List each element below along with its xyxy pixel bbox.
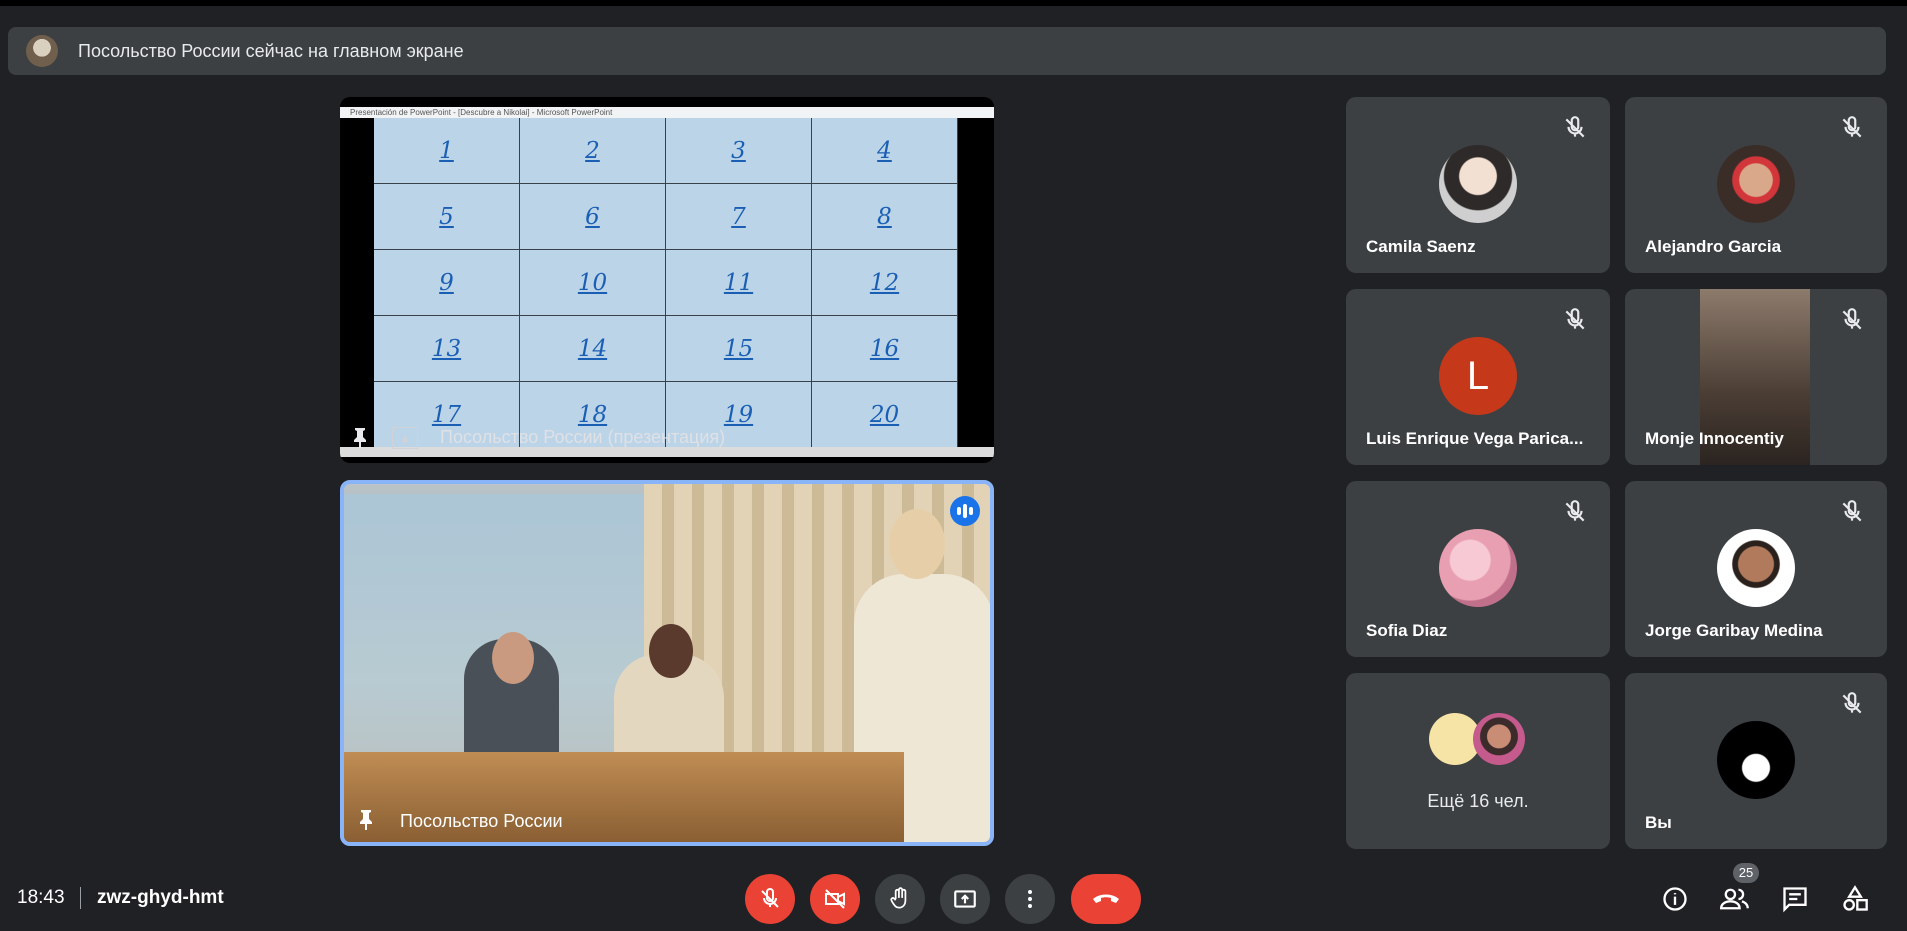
camera-toggle-button[interactable] bbox=[810, 874, 860, 924]
more-options-button[interactable] bbox=[1005, 874, 1055, 924]
more-participants-tile[interactable]: Ещё 16 чел. bbox=[1346, 673, 1610, 849]
mic-off-icon bbox=[1842, 692, 1862, 714]
people-button[interactable] bbox=[1716, 880, 1754, 918]
self-tile[interactable]: Вы bbox=[1625, 673, 1887, 849]
divider bbox=[80, 887, 81, 909]
pin-icon[interactable] bbox=[352, 427, 368, 449]
participant-name: Вы bbox=[1645, 813, 1672, 832]
end-call-icon bbox=[1093, 894, 1119, 903]
slide-cell: 16 bbox=[812, 316, 958, 382]
participant-name: Jorge Garibay Medina bbox=[1645, 621, 1823, 640]
powerpoint-status-bar bbox=[340, 447, 994, 457]
activities-button[interactable] bbox=[1836, 880, 1874, 918]
avatar bbox=[1439, 145, 1517, 223]
avatar-initial: L bbox=[1439, 337, 1517, 415]
video-person-head bbox=[492, 632, 534, 684]
slide-cell: 12 bbox=[812, 250, 958, 316]
slide-cell: 9 bbox=[374, 250, 520, 316]
slide-cell: 4 bbox=[812, 118, 958, 184]
avatar bbox=[1717, 529, 1795, 607]
slide-cell: 1 bbox=[374, 118, 520, 184]
slide-cell: 11 bbox=[666, 250, 812, 316]
presentation-tile[interactable]: Presentación de PowerPoint - [Descubre a… bbox=[340, 97, 994, 463]
mic-off-icon bbox=[761, 888, 779, 908]
chat-button[interactable] bbox=[1776, 880, 1814, 918]
mic-off-icon bbox=[1565, 116, 1585, 138]
slide-cell: 13 bbox=[374, 316, 520, 382]
slide-cell: 2 bbox=[520, 118, 666, 184]
participant-name: Sofia Diaz bbox=[1366, 621, 1448, 640]
activities-icon bbox=[1843, 885, 1868, 911]
mic-off-icon bbox=[1842, 116, 1862, 138]
mic-off-icon bbox=[1842, 500, 1862, 522]
chat-icon bbox=[1783, 887, 1807, 913]
more-vert-icon bbox=[1028, 890, 1032, 908]
more-participants-label: Ещё 16 чел. bbox=[1427, 791, 1529, 811]
participant-tile[interactable]: Monje Innocentiy bbox=[1625, 289, 1887, 465]
present-icon: ▲ bbox=[392, 427, 418, 449]
meeting-code: zwz-ghyd-hmt bbox=[97, 887, 224, 908]
participant-name: Luis Enrique Vega Parica... bbox=[1366, 429, 1584, 448]
camera-off-icon bbox=[825, 889, 845, 909]
participant-tile[interactable]: Alejandro Garcia bbox=[1625, 97, 1887, 273]
banner-text: Посольство России сейчас на главном экра… bbox=[78, 40, 464, 61]
slide-cell: 5 bbox=[374, 184, 520, 250]
slide-cell: 8 bbox=[812, 184, 958, 250]
meeting-details-button[interactable] bbox=[1656, 880, 1694, 918]
presentation-window-title: Presentación de PowerPoint - [Descubre a… bbox=[340, 107, 994, 118]
hand-icon bbox=[890, 887, 907, 909]
clock: 18:43 bbox=[17, 887, 65, 908]
video-person-head bbox=[889, 509, 945, 579]
presenter-avatar bbox=[26, 35, 58, 67]
leave-call-button[interactable] bbox=[1071, 874, 1141, 924]
avatar bbox=[1717, 145, 1795, 223]
slide-cell: 7 bbox=[666, 184, 812, 250]
pin-icon[interactable] bbox=[358, 809, 374, 831]
participant-tile[interactable]: L Luis Enrique Vega Parica... bbox=[1346, 289, 1610, 465]
present-now-button[interactable] bbox=[940, 874, 990, 924]
number-grid: 1 2 3 4 5 6 7 8 9 10 11 12 13 14 15 16 17 18 19 20 bbox=[374, 118, 958, 448]
avatar bbox=[1473, 713, 1525, 765]
slide-cell: 20 bbox=[812, 382, 958, 448]
slide-cell: 6 bbox=[520, 184, 666, 250]
slide-cell: 14 bbox=[520, 316, 666, 382]
presentation-label: Посольство России (презентация) bbox=[440, 427, 726, 447]
slide-cell: 3 bbox=[666, 118, 812, 184]
slide-cell: 10 bbox=[520, 250, 666, 316]
speaking-indicator-icon bbox=[950, 496, 980, 526]
slide: 1 2 3 4 5 6 7 8 9 10 11 12 13 14 15 16 17 18 19 20 bbox=[374, 118, 958, 448]
people-icon bbox=[1720, 888, 1749, 910]
mic-off-icon bbox=[1842, 308, 1862, 330]
speaker-label: Посольство России bbox=[400, 811, 563, 831]
participant-tile[interactable]: Jorge Garibay Medina bbox=[1625, 481, 1887, 657]
participant-name: Alejandro Garcia bbox=[1645, 237, 1782, 256]
raise-hand-button[interactable] bbox=[875, 874, 925, 924]
slide-cell: 15 bbox=[666, 316, 812, 382]
avatar bbox=[1439, 529, 1517, 607]
info-icon bbox=[1663, 887, 1687, 911]
speaker-video-tile[interactable]: Посольство России bbox=[340, 480, 994, 846]
top-edge bbox=[0, 0, 1907, 6]
participant-name: Camila Saenz bbox=[1366, 237, 1476, 256]
present-icon bbox=[954, 890, 976, 908]
mic-off-icon bbox=[1565, 308, 1585, 330]
video-person-head bbox=[649, 624, 693, 678]
participant-name: Monje Innocentiy bbox=[1645, 429, 1784, 448]
people-count-badge: 25 bbox=[1733, 863, 1759, 883]
mic-toggle-button[interactable] bbox=[745, 874, 795, 924]
presenting-banner: Посольство России сейчас на главном экра… bbox=[8, 27, 1886, 75]
participant-tile[interactable]: Sofia Diaz bbox=[1346, 481, 1610, 657]
participant-tile[interactable]: Camila Saenz bbox=[1346, 97, 1610, 273]
mic-off-icon bbox=[1565, 500, 1585, 522]
avatar bbox=[1717, 721, 1795, 799]
